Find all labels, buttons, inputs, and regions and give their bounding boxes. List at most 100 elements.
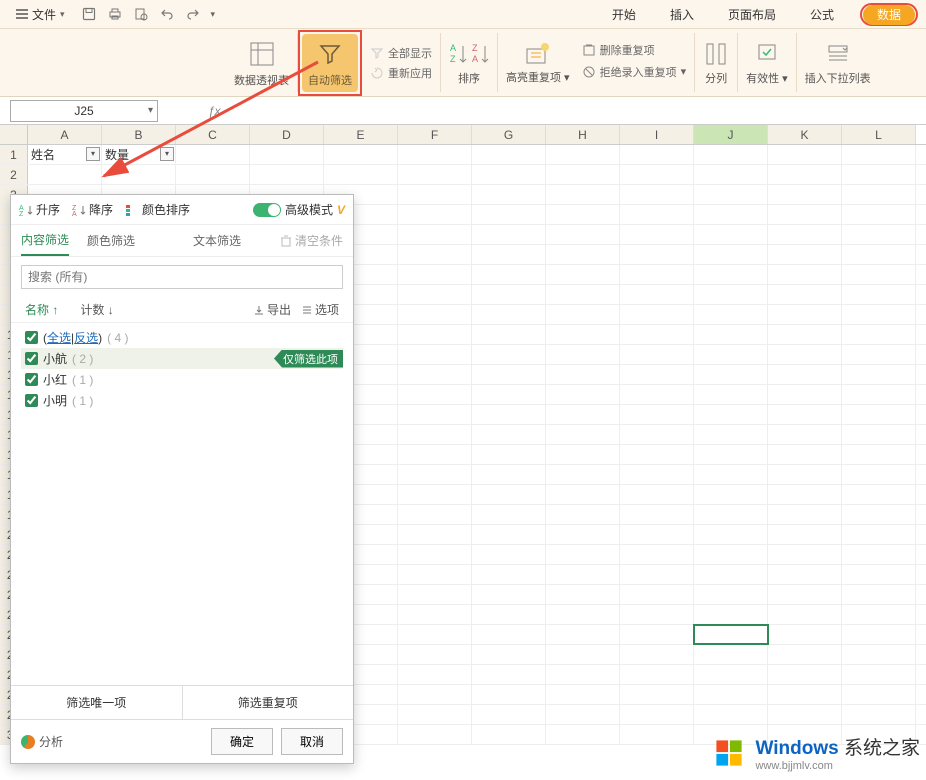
cell[interactable] — [472, 625, 546, 644]
cell[interactable] — [546, 365, 620, 384]
cell[interactable] — [546, 725, 620, 744]
ok-button[interactable]: 确定 — [211, 728, 273, 755]
cell[interactable] — [472, 585, 546, 604]
cell[interactable] — [546, 225, 620, 244]
cell[interactable] — [694, 625, 768, 644]
cell[interactable] — [472, 545, 546, 564]
only-this-tag[interactable]: 仅筛选此项 — [274, 350, 343, 368]
ribbon-autofilter[interactable]: 自动筛选 — [302, 34, 358, 92]
cell[interactable] — [472, 705, 546, 724]
save-icon[interactable] — [81, 6, 97, 22]
cell[interactable] — [546, 345, 620, 364]
cell[interactable] — [620, 325, 694, 344]
cell[interactable] — [398, 325, 472, 344]
cell[interactable] — [694, 285, 768, 304]
cell[interactable] — [398, 605, 472, 624]
select-all-checkbox[interactable] — [25, 331, 38, 344]
cell[interactable] — [842, 485, 916, 504]
cell[interactable] — [546, 265, 620, 284]
col-K[interactable]: K — [768, 125, 842, 144]
cell[interactable] — [768, 305, 842, 324]
cell[interactable] — [398, 645, 472, 664]
cell[interactable] — [324, 165, 398, 184]
cell[interactable] — [472, 685, 546, 704]
select-all-corner[interactable] — [0, 125, 28, 144]
cell[interactable] — [842, 325, 916, 344]
cell[interactable] — [250, 145, 324, 164]
cell[interactable] — [694, 405, 768, 424]
reapply-button[interactable]: 重新应用 — [370, 64, 432, 82]
filter-search-input[interactable] — [21, 265, 343, 289]
cell[interactable] — [694, 145, 768, 164]
cell[interactable] — [768, 225, 842, 244]
filter-item[interactable]: 小红 ( 1 ) — [21, 369, 343, 390]
cell[interactable] — [842, 665, 916, 684]
cell[interactable] — [768, 665, 842, 684]
cell[interactable] — [398, 625, 472, 644]
cell[interactable] — [472, 445, 546, 464]
cell[interactable] — [620, 425, 694, 444]
filter-handle-A[interactable]: ▾ — [86, 147, 100, 161]
cell[interactable] — [768, 525, 842, 544]
cell[interactable]: 数量▾ — [102, 145, 176, 164]
col-J[interactable]: J — [694, 125, 768, 144]
cell[interactable] — [620, 165, 694, 184]
cell[interactable] — [546, 425, 620, 444]
cell[interactable] — [176, 145, 250, 164]
cell[interactable] — [842, 225, 916, 244]
cell[interactable] — [472, 525, 546, 544]
cell[interactable] — [842, 605, 916, 624]
cell[interactable] — [546, 645, 620, 664]
col-C[interactable]: C — [176, 125, 250, 144]
highlight-dup-button[interactable]: 高亮重复项 ▾ — [506, 41, 570, 85]
sort-asc-button[interactable]: AZ 升序 — [19, 201, 60, 218]
select-all-link[interactable]: 全选 — [47, 331, 71, 345]
cell[interactable] — [842, 365, 916, 384]
filter-item-checkbox[interactable] — [25, 394, 38, 407]
cell[interactable] — [842, 185, 916, 204]
cell[interactable] — [842, 525, 916, 544]
tab-formula[interactable]: 公式 — [802, 2, 842, 27]
cell[interactable] — [620, 205, 694, 224]
cell[interactable] — [398, 685, 472, 704]
cell[interactable] — [694, 665, 768, 684]
cell[interactable] — [842, 145, 916, 164]
cell[interactable] — [472, 425, 546, 444]
cell[interactable] — [620, 185, 694, 204]
tab-text-filter[interactable]: 文本筛选 — [193, 226, 241, 255]
cell[interactable] — [398, 705, 472, 724]
cell[interactable] — [472, 245, 546, 264]
tab-layout[interactable]: 页面布局 — [720, 2, 784, 27]
cell[interactable] — [694, 165, 768, 184]
cell[interactable] — [398, 565, 472, 584]
cell[interactable] — [398, 225, 472, 244]
cell[interactable] — [472, 285, 546, 304]
cell[interactable] — [694, 325, 768, 344]
filter-unique-button[interactable]: 筛选唯一项 — [11, 686, 182, 719]
cell[interactable] — [472, 565, 546, 584]
cell[interactable] — [620, 705, 694, 724]
cell[interactable] — [398, 165, 472, 184]
cell[interactable] — [398, 245, 472, 264]
cell[interactable] — [28, 165, 102, 184]
cell[interactable] — [768, 705, 842, 724]
cell[interactable] — [472, 465, 546, 484]
cell[interactable] — [694, 525, 768, 544]
ribbon-pivot-group[interactable]: 数据透视表 — [226, 33, 298, 92]
cell[interactable] — [546, 625, 620, 644]
cell[interactable] — [398, 185, 472, 204]
file-menu[interactable]: 文件 ▾ — [8, 4, 73, 25]
cell[interactable] — [546, 305, 620, 324]
cell[interactable] — [546, 505, 620, 524]
cell[interactable] — [842, 345, 916, 364]
cell[interactable] — [620, 465, 694, 484]
cell[interactable] — [620, 605, 694, 624]
cell[interactable] — [398, 585, 472, 604]
cell[interactable] — [546, 585, 620, 604]
cell[interactable] — [768, 425, 842, 444]
cell[interactable] — [620, 665, 694, 684]
cell[interactable] — [768, 185, 842, 204]
cell[interactable] — [768, 285, 842, 304]
cell[interactable] — [398, 505, 472, 524]
cell[interactable] — [694, 265, 768, 284]
